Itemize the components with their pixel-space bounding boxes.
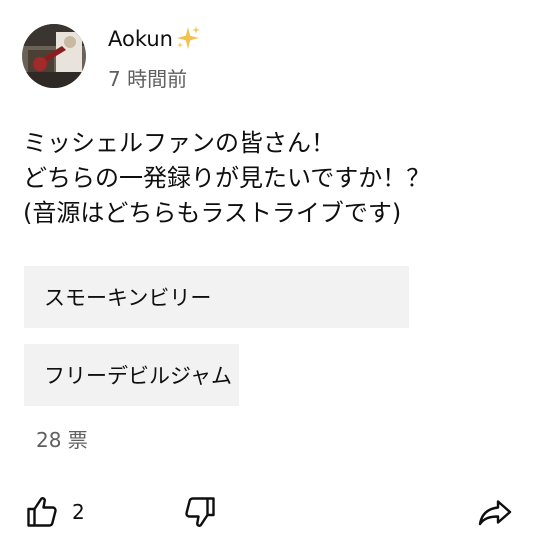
community-post: Aokun 7 時間前 ミッシェルファンの皆さん！ どちらの一発録りが見たいです…	[0, 0, 560, 560]
post-text-line: どちらの一発録りが見たいですか！？	[23, 164, 431, 192]
like-count: 2	[72, 500, 85, 524]
post-text: ミッシェルファンの皆さん！ どちらの一発録りが見たいですか！？ (音源はどちらも…	[23, 126, 543, 231]
post-timestamp[interactable]: 7 時間前	[108, 65, 187, 93]
thumbs-down-icon	[185, 497, 215, 527]
share-icon	[478, 500, 512, 526]
author-name-text: Aokun	[108, 27, 173, 51]
sparkle-icon	[176, 26, 200, 49]
avatar-image	[22, 24, 86, 88]
like-button[interactable]: 2	[24, 494, 85, 530]
avatar[interactable]	[22, 24, 86, 88]
post-text-line: ミッシェルファンの皆さん！	[23, 129, 335, 157]
share-button[interactable]	[476, 494, 514, 530]
poll-option-label: フリーデビルジャム	[44, 364, 232, 388]
poll-option-label: スモーキンビリー	[44, 286, 212, 310]
poll-option-2[interactable]: フリーデビルジャム	[24, 344, 239, 406]
poll-option-1[interactable]: スモーキンビリー	[24, 266, 409, 328]
post-text-line: (音源はどちらもラストライブです)	[23, 199, 402, 227]
thumbs-up-icon	[27, 497, 57, 527]
vote-count: 28 票	[36, 428, 88, 452]
author-name[interactable]: Aokun	[108, 25, 201, 53]
dislike-button[interactable]	[182, 494, 218, 530]
